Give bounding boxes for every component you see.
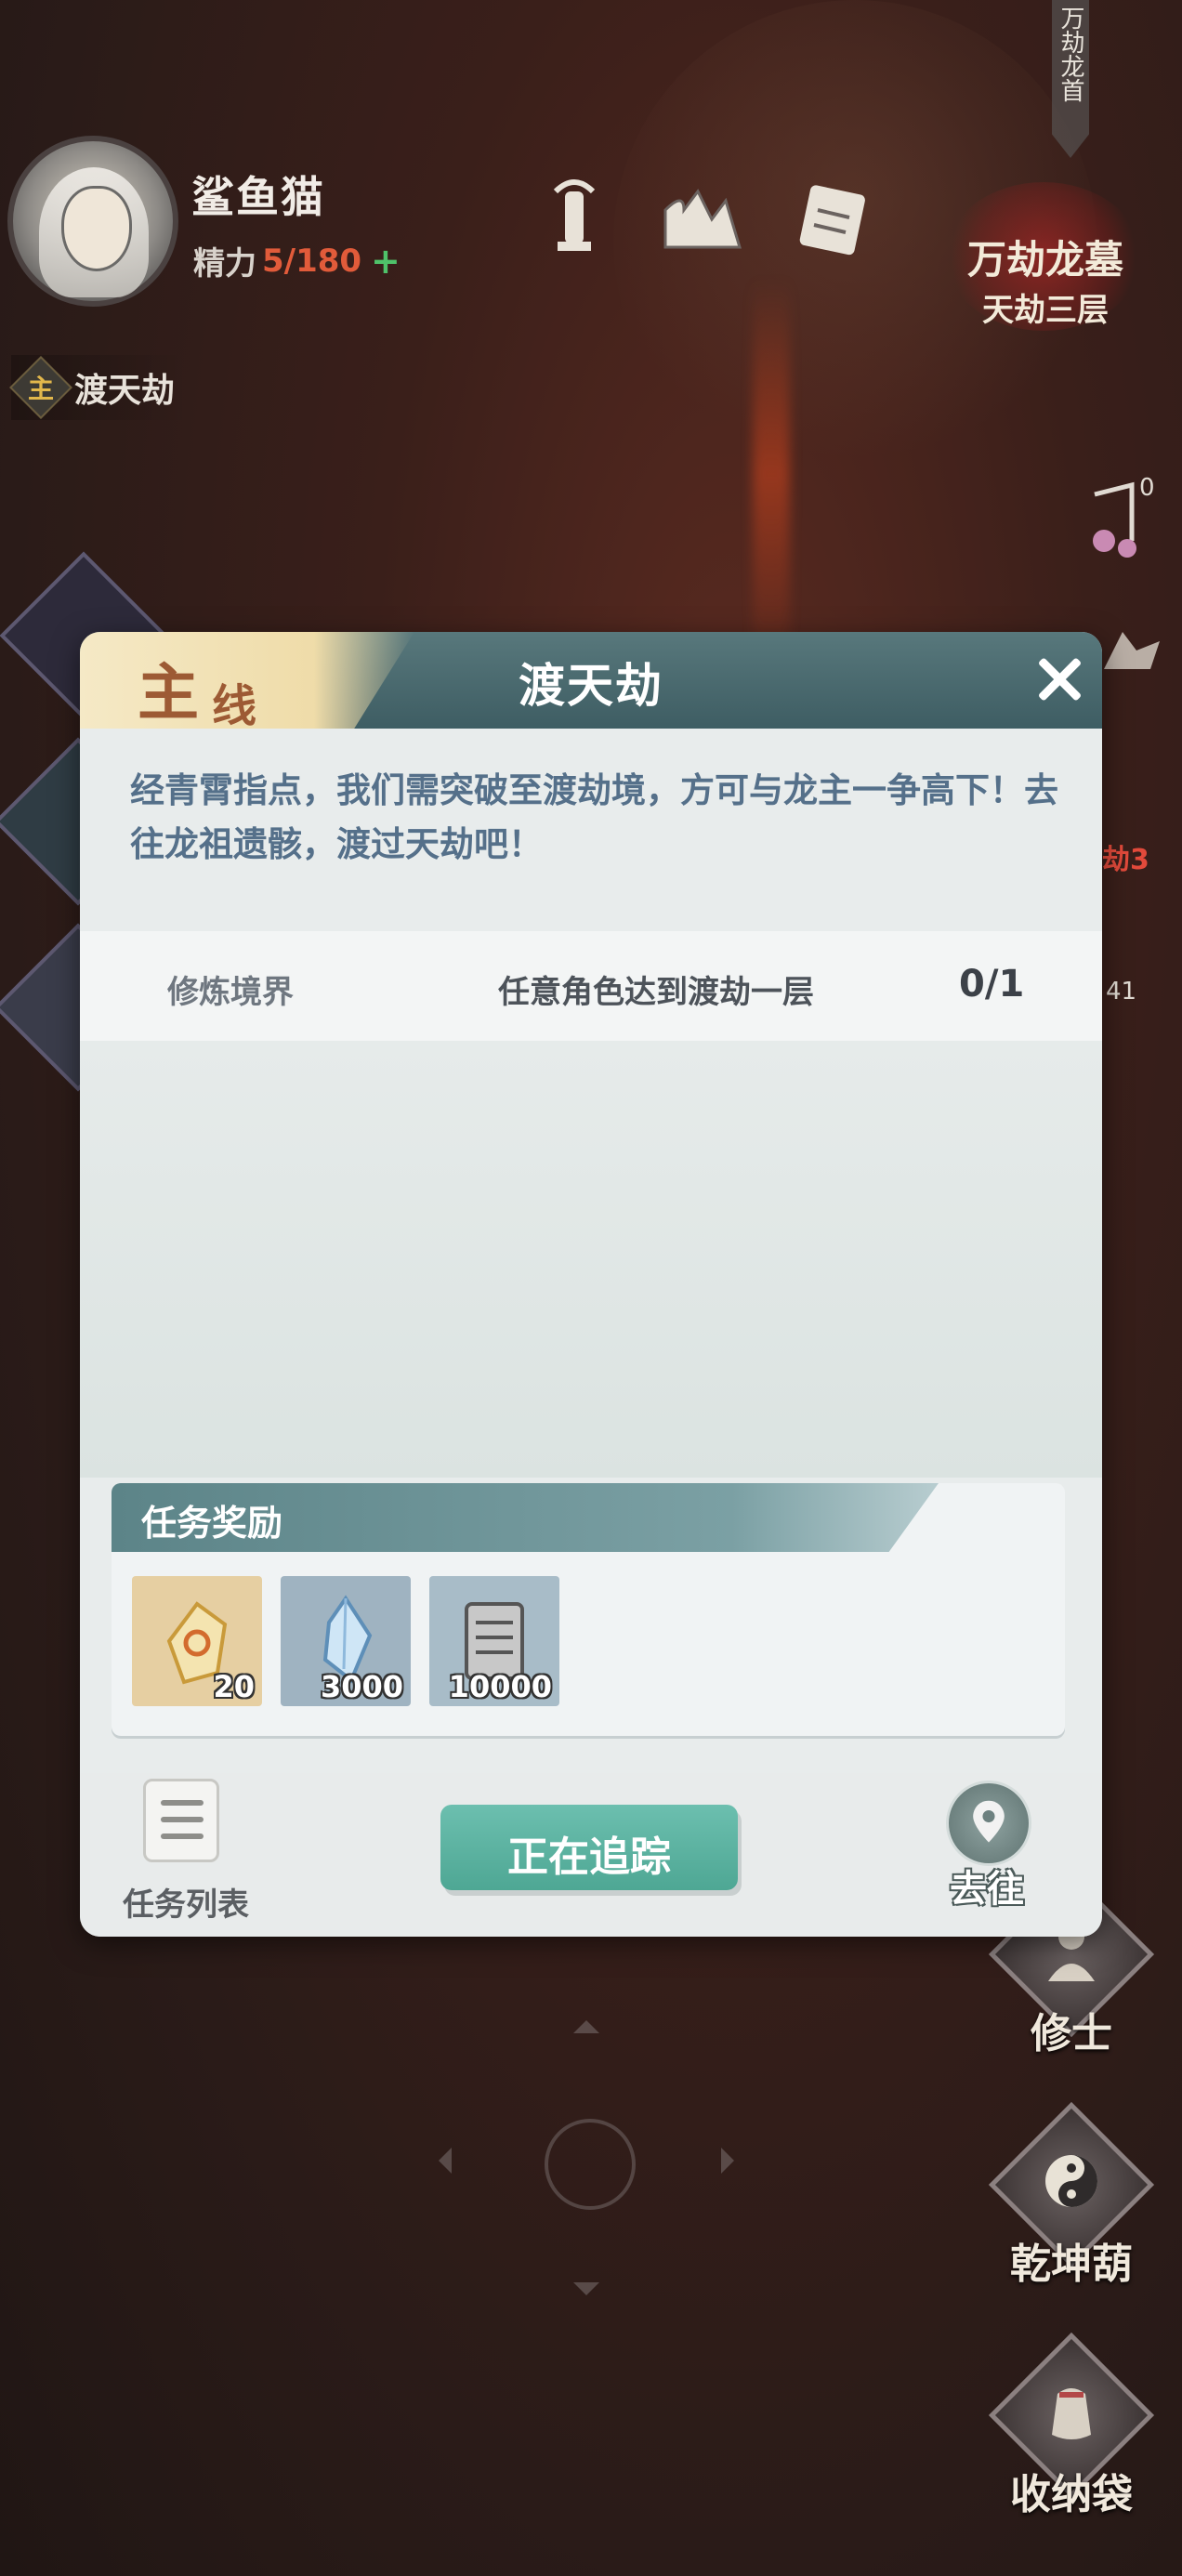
movement-joystick[interactable] [545,2119,636,2210]
qiankun-gourd-button[interactable]: 乾坤葫 [988,2101,1155,2312]
reward-title: 任务奖励 [141,1503,283,1544]
reward-qty: 20 [213,1669,255,1704]
reward-item-crystal[interactable]: 3000 [281,1576,411,1706]
region-name: 万劫龙墓 [966,237,1123,283]
stamina-value: 5/180 [262,242,362,280]
objective-progress: 0/1 [959,963,1025,1005]
lava-crack [753,279,790,669]
joystick-up-arrow [573,2007,599,2033]
qiankun-gourd-label: 乾坤葫 [1010,2241,1133,2288]
mountain-scroll-icon[interactable] [656,173,749,266]
cultivator-label: 修士 [1031,2010,1112,2057]
player-name: 鲨鱼猫 [191,172,325,222]
music-note-icon[interactable] [1076,476,1169,569]
dialog-title: 渡天劫 [519,659,663,713]
tower-icon[interactable] [537,173,611,266]
yin-yang-icon [1045,2155,1097,2207]
tracking-label: 正在追踪 [507,1833,671,1881]
right-hud-count: 41 [1106,978,1137,1005]
add-stamina-button[interactable]: + [371,241,401,282]
player-avatar[interactable] [7,136,178,307]
avatar-face [61,186,132,271]
objective-category: 修炼境界 [167,974,294,1011]
stamina-row: 精力 5/180 + [193,238,401,283]
dragon-head-icon[interactable] [1095,613,1169,688]
joystick-right-arrow [721,2148,747,2174]
stamina-label: 精力 [193,245,256,283]
dialog-footer: 任务列表 正在追踪 去往 [80,1773,1102,1937]
map-pin-icon [946,1781,1031,1866]
scroll-map-icon[interactable] [792,173,875,266]
objective-list-area [80,1041,1102,1478]
objective-row: 修炼境界 任意角色达到渡劫一层 0/1 [80,931,1102,1041]
reward-item-scroll[interactable]: 10000 [429,1576,559,1706]
storage-bag-label: 收纳袋 [1010,2471,1133,2518]
list-icon [143,1779,219,1862]
quest-list-label: 任务列表 [123,1886,249,1924]
region-side-tag-text: 万劫龙首 [1057,6,1084,102]
tribulation-level-label: 劫3 [1102,844,1149,876]
quest-detail-dialog: 主 线 渡天劫 经青霄指点，我们需突破至渡劫境，方可与龙主一争高下！去往龙祖遗骸… [80,632,1102,1937]
reward-qty: 10000 [448,1669,552,1704]
music-count: 0 [1139,474,1155,502]
storage-bag-button[interactable]: 收纳袋 [988,2332,1155,2543]
objective-text: 任意角色达到渡劫一层 [498,974,814,1011]
close-icon[interactable] [1030,649,1089,708]
reward-qty: 3000 [320,1669,403,1704]
reward-item-talisman[interactable]: 20 [132,1576,262,1706]
active-quest-bar[interactable]: 主 渡天劫 [9,355,190,420]
main-quest-marker: 主 [9,356,72,419]
region-floor: 天劫三层 [982,292,1109,329]
joystick-left-arrow [426,2148,452,2174]
quest-list-button[interactable]: 任务列表 [121,1779,249,1924]
active-quest-title: 渡天劫 [74,372,176,410]
tracking-button[interactable]: 正在追踪 [440,1805,738,1890]
quest-description: 经青霄指点，我们需突破至渡劫境，方可与龙主一争高下！去往龙祖遗骸，渡过天劫吧！ [130,770,1058,864]
bag-icon [1052,2388,1091,2439]
goto-button[interactable]: 去往 [922,1781,1052,1920]
joystick-down-arrow [573,2282,599,2308]
reward-panel: 任务奖励 20 3000 10000 [112,1483,1065,1736]
goto-label: 去往 [950,1868,1024,1911]
